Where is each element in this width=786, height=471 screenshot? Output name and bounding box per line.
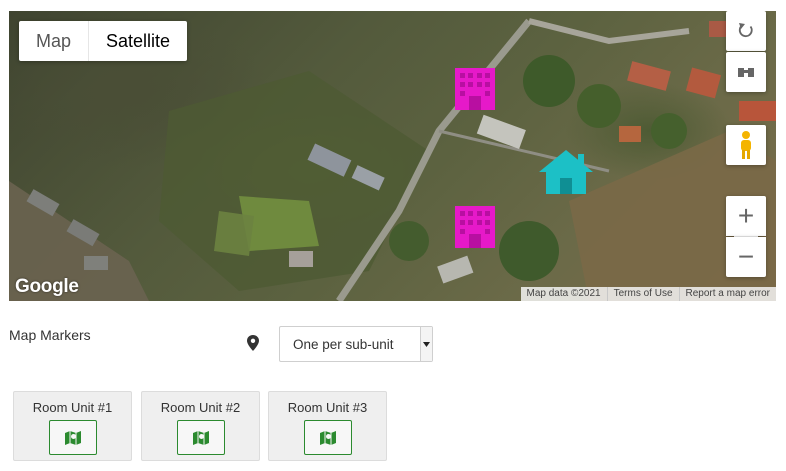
pegman-icon (741, 131, 751, 159)
marker-mode-select[interactable]: One per sub-unit (279, 326, 433, 362)
map-markers-label: Map Markers (9, 327, 91, 343)
zoom-in-button[interactable]: + (726, 196, 766, 236)
map-pin-icon (247, 335, 259, 351)
building-marker-1[interactable] (451, 66, 499, 112)
room-unit-title: Room Unit #2 (160, 400, 241, 415)
terms-of-use-link[interactable]: Terms of Use (606, 287, 679, 301)
map-attribution: Map data ©2021 Terms of Use Report a map… (520, 287, 776, 301)
show-on-map-button[interactable] (304, 420, 352, 455)
map-icon (65, 430, 81, 445)
tilt-icon (738, 68, 754, 77)
tilt-map-button[interactable] (726, 52, 766, 92)
minus-icon: − (737, 241, 755, 272)
room-unit-title: Room Unit #3 (287, 400, 368, 415)
room-unit-title: Room Unit #1 (32, 400, 113, 415)
map-type-map-button[interactable]: Map (19, 21, 88, 61)
map-type-toggle: Map Satellite (19, 21, 188, 61)
building-icon (455, 206, 495, 248)
marker-mode-value: One per sub-unit (293, 336, 394, 352)
building-icon (455, 68, 495, 110)
room-unit-card-1: Room Unit #1 (13, 391, 132, 461)
map-data-text: Map data ©2021 (526, 288, 601, 299)
rotate-map-button[interactable] (726, 11, 766, 51)
report-map-error-link[interactable]: Report a map error (678, 287, 776, 301)
street-view-pegman-button[interactable] (726, 125, 766, 165)
map-view[interactable]: Map Satellite + − Google Map data ©2021 … (9, 11, 776, 301)
dropdown-arrow-icon[interactable] (420, 327, 432, 361)
show-on-map-button[interactable] (177, 420, 225, 455)
room-unit-card-3: Room Unit #3 (268, 391, 387, 461)
building-marker-2[interactable] (451, 204, 499, 250)
room-unit-card-2: Room Unit #2 (141, 391, 260, 461)
map-icon (320, 430, 336, 445)
house-marker[interactable] (537, 148, 595, 196)
show-on-map-button[interactable] (49, 420, 97, 455)
map-type-satellite-button[interactable]: Satellite (88, 21, 187, 61)
rotate-icon (738, 23, 753, 38)
google-logo: Google (15, 276, 79, 297)
plus-icon: + (737, 200, 755, 231)
map-icon (193, 430, 209, 445)
zoom-out-button[interactable]: − (726, 237, 766, 277)
house-icon (539, 150, 593, 194)
